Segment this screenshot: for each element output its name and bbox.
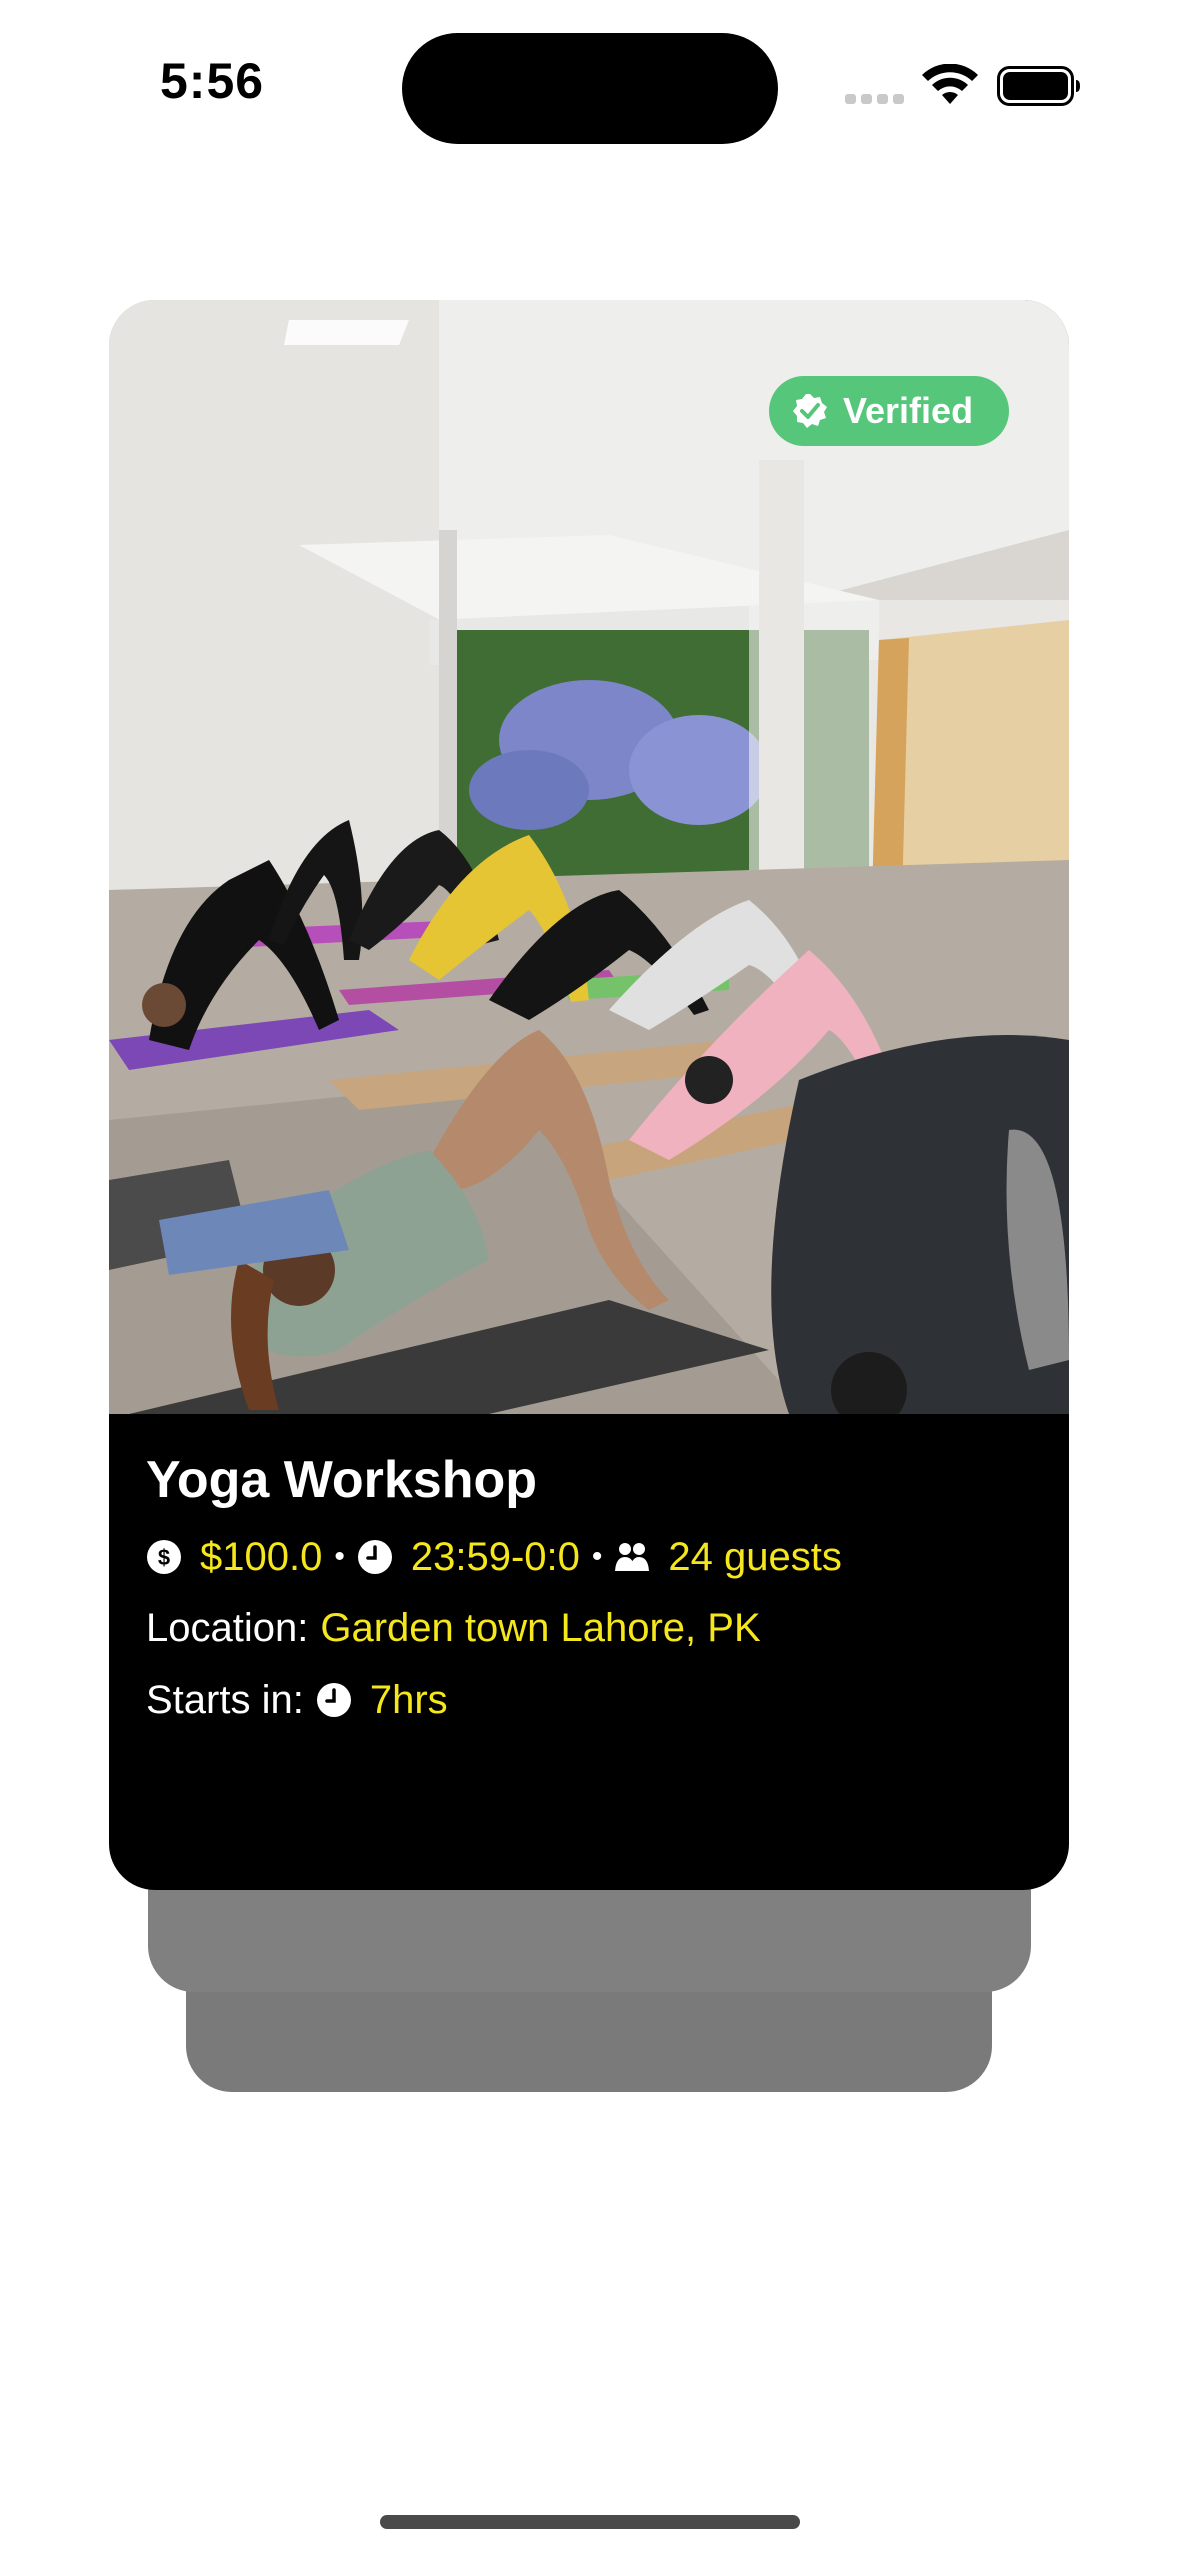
event-title: Yoga Workshop	[146, 1451, 537, 1509]
dollar-icon: $	[147, 1540, 181, 1574]
starts-in-row: Starts in: 7hrs	[146, 1672, 448, 1728]
svg-text:$: $	[158, 1545, 170, 1570]
verified-check-icon	[793, 394, 827, 428]
event-card[interactable]: Verified Yoga Workshop $ $100.0 • 23:59-…	[109, 300, 1069, 1890]
meta-separator: •	[334, 1540, 345, 1573]
status-time: 5:56	[160, 53, 265, 109]
cellular-signal-icon	[845, 94, 905, 104]
verified-badge: Verified	[769, 376, 1009, 446]
starts-in-label: Starts in:	[146, 1677, 304, 1722]
dynamic-island	[402, 33, 778, 144]
event-meta-row: $ $100.0 • 23:59-0:0 • 24 guests	[146, 1528, 842, 1586]
guests-icon	[615, 1543, 650, 1571]
event-guests: 24 guests	[668, 1534, 842, 1579]
meta-separator: •	[591, 1540, 603, 1573]
battery-icon	[997, 66, 1080, 106]
clock-icon	[316, 1683, 351, 1717]
yoga-class-photo	[109, 300, 1069, 1414]
event-card-screen: 5:56 Verified Yoga Workshop $ $100.0 • 2…	[0, 0, 1179, 2556]
location-label: Location:	[146, 1605, 309, 1650]
event-time: 23:59-0:0	[410, 1534, 580, 1579]
wifi-icon	[922, 64, 978, 104]
location-row: Location: Garden town Lahore, PK	[146, 1600, 761, 1656]
home-indicator[interactable]	[380, 2515, 800, 2529]
verified-label: Verified	[843, 390, 974, 431]
event-price: $100.0	[200, 1534, 323, 1579]
clock-icon	[357, 1540, 392, 1574]
location-value: Garden town Lahore, PK	[320, 1605, 761, 1650]
starts-in-value: 7hrs	[369, 1677, 448, 1722]
